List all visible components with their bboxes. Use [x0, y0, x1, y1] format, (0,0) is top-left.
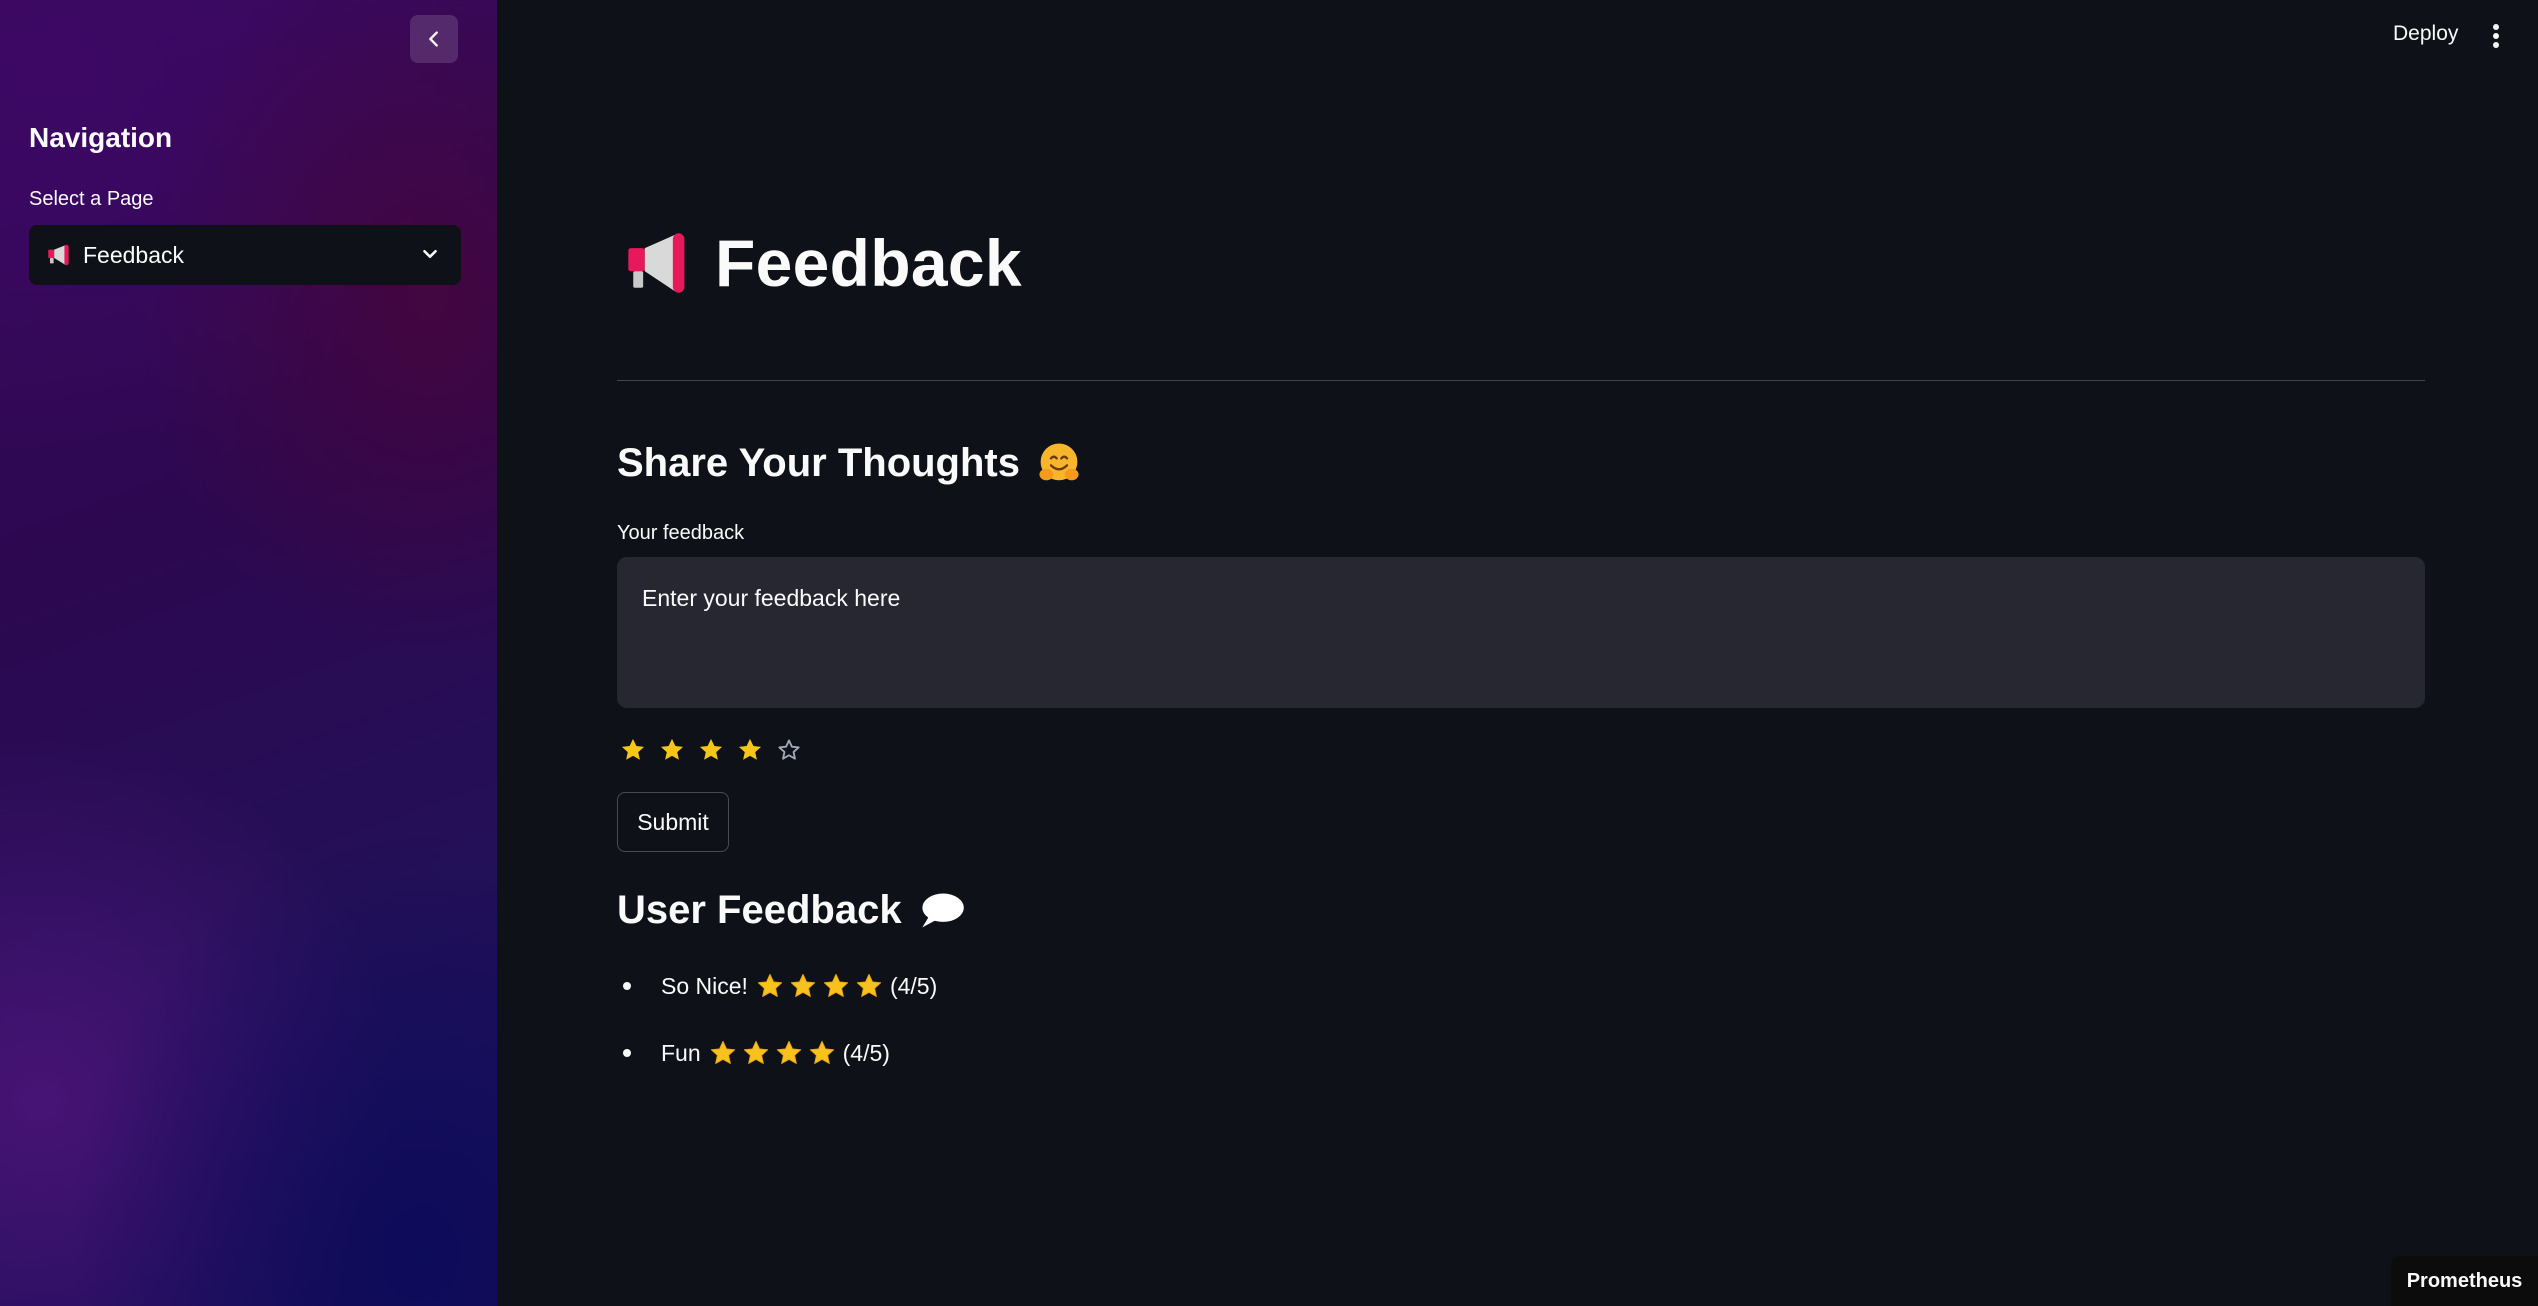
feedback-text: So Nice! — [661, 972, 748, 999]
page-title-text: Feedback — [715, 226, 1022, 300]
app-root: Navigation Select a Page Feedback Deploy — [0, 0, 2538, 1306]
list-item: So Nice! (4/5) — [617, 968, 937, 1004]
feedback-score: (4/5) — [889, 972, 938, 999]
list-item: Fun (4/5) — [617, 1035, 937, 1071]
sidebar: Navigation Select a Page Feedback — [0, 0, 497, 1306]
speech-bubble-icon — [921, 893, 964, 927]
user-feedback-heading-text: User Feedback — [617, 888, 902, 932]
megaphone-icon — [628, 233, 685, 293]
more-menu-icon[interactable] — [2486, 20, 2506, 52]
page-select-value: Feedback — [83, 241, 185, 268]
star-icon — [710, 1040, 735, 1064]
user-feedback-heading: User Feedback — [617, 888, 966, 933]
share-heading: Share Your Thoughts — [617, 440, 1082, 486]
megaphone-icon — [48, 244, 69, 266]
feedback-textarea[interactable] — [617, 557, 2425, 708]
star-icon — [790, 973, 816, 997]
hugging-face-icon — [1039, 443, 1079, 481]
page-select[interactable]: Feedback — [29, 225, 461, 285]
submit-button[interactable]: Submit — [617, 792, 729, 852]
feedback-list: So Nice! (4/5) Fun (4/5) — [617, 968, 937, 1102]
star-rating[interactable] — [619, 736, 814, 764]
page-select-label: Select a Page — [29, 188, 154, 210]
collapse-sidebar-button[interactable] — [410, 15, 458, 63]
star-icon — [757, 973, 783, 997]
star-icon-3[interactable] — [697, 736, 725, 764]
feedback-text: Fun — [661, 1039, 701, 1066]
chevron-down-icon — [423, 249, 437, 259]
feedback-score: (4/5) — [842, 1039, 890, 1066]
bullet — [623, 1049, 631, 1057]
feedback-stars — [756, 972, 888, 1000]
star-icon-2[interactable] — [658, 736, 686, 764]
star-icon — [776, 1040, 801, 1064]
divider — [617, 380, 2425, 381]
star-icon-1[interactable] — [619, 736, 647, 764]
share-heading-text: Share Your Thoughts — [617, 440, 1020, 485]
page-title: Feedback — [625, 225, 1022, 301]
feedback-field-label: Your feedback — [617, 522, 745, 544]
feedback-stars — [709, 1039, 841, 1067]
star-empty-icon-5[interactable] — [775, 736, 803, 764]
bullet — [623, 982, 631, 990]
star-icon — [809, 1040, 834, 1064]
chevron-left-icon — [429, 31, 438, 47]
star-icon — [823, 973, 849, 997]
sidebar-title: Navigation — [29, 122, 173, 153]
star-icon — [856, 973, 882, 997]
star-icon — [743, 1040, 768, 1064]
star-icon-4[interactable] — [736, 736, 764, 764]
prometheus-badge: Prometheus — [2391, 1256, 2538, 1306]
deploy-button[interactable]: Deploy — [2393, 22, 2458, 46]
